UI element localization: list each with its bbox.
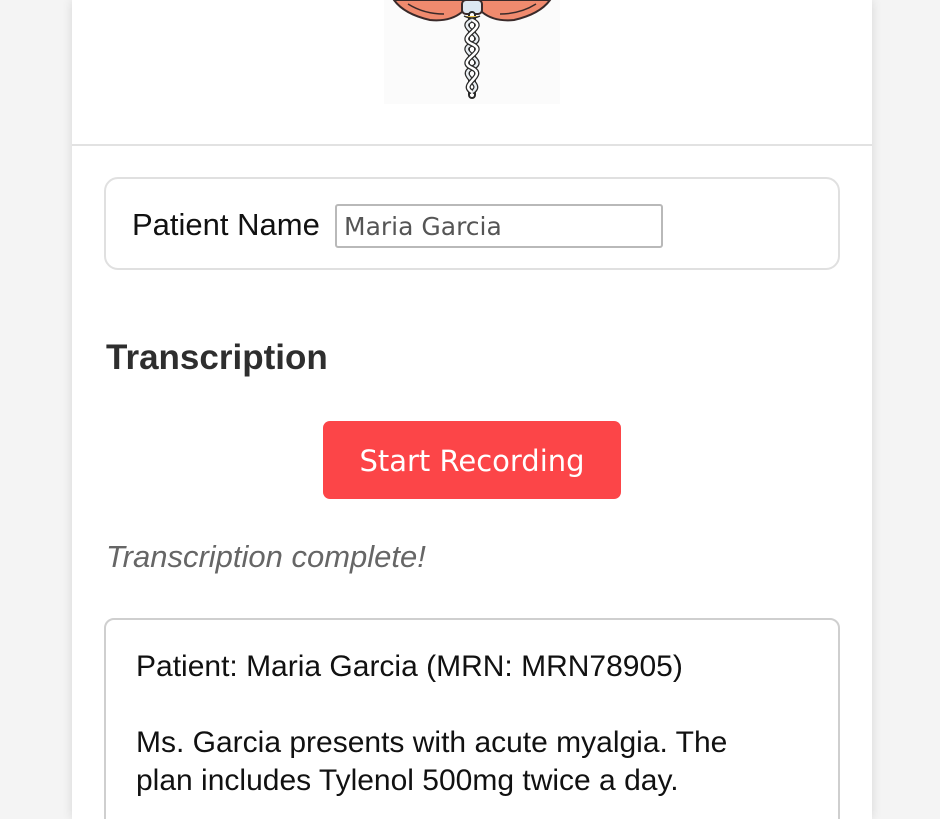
transcript-spacer	[136, 686, 808, 724]
header	[72, 0, 872, 146]
caduceus-logo-icon	[384, 0, 560, 104]
transcription-output: Patient: Maria Garcia (MRN: MRN78905) Ms…	[104, 618, 840, 819]
transcript-line: Patient: Maria Garcia (MRN: MRN78905)	[136, 650, 683, 683]
patient-name-panel: Patient Name	[104, 177, 840, 270]
patient-name-input[interactable]	[335, 204, 663, 248]
patient-name-label: Patient Name	[132, 207, 320, 242]
transcription-heading: Transcription	[106, 338, 328, 377]
transcript-line: Ms. Garcia presents with acute myalgia. …	[136, 726, 728, 759]
transcription-status: Transcription complete!	[106, 539, 426, 574]
start-recording-button[interactable]: Start Recording	[323, 421, 621, 499]
page-card: Patient Name Transcription Start Recordi…	[72, 0, 872, 819]
transcript-line: plan includes Tylenol 500mg twice a day.	[136, 764, 679, 797]
